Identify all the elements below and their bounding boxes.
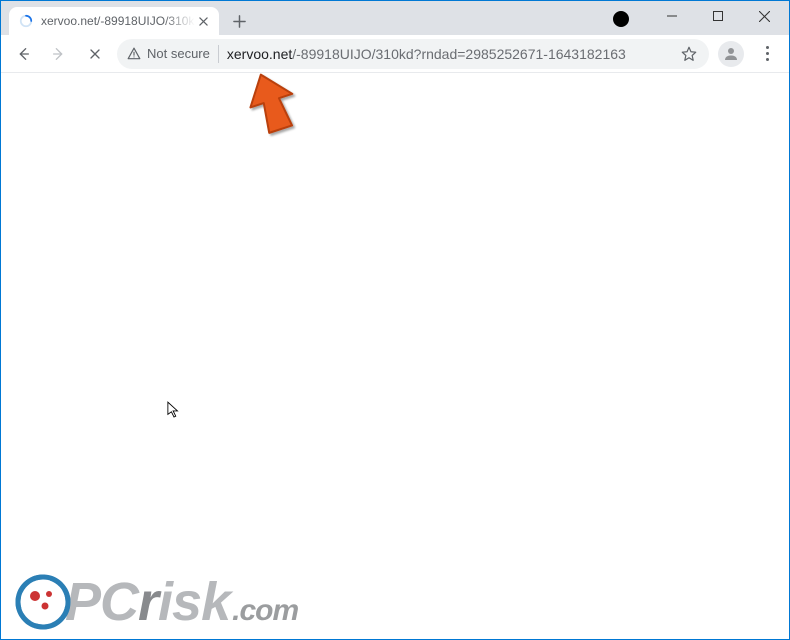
bookmark-star-button[interactable] xyxy=(679,44,699,64)
close-window-button[interactable] xyxy=(741,1,787,31)
new-tab-button[interactable] xyxy=(225,7,253,35)
stop-reload-button[interactable] xyxy=(81,40,109,68)
profile-button[interactable] xyxy=(717,40,745,68)
url-text: xervoo.net/-89918UIJO/310kd?rndad=298525… xyxy=(227,46,671,62)
back-button[interactable] xyxy=(9,40,37,68)
address-bar[interactable]: Not secure xervoo.net/-89918UIJO/310kd?r… xyxy=(117,39,709,69)
minimize-button[interactable] xyxy=(649,1,695,31)
window-controls xyxy=(649,1,787,31)
security-indicator[interactable]: Not secure xyxy=(127,45,219,63)
maximize-button[interactable] xyxy=(695,1,741,31)
browser-tab[interactable]: xervoo.net/-89918UIJO/310kd?rn xyxy=(9,7,219,35)
kebab-menu-icon xyxy=(766,46,769,61)
security-label: Not secure xyxy=(147,46,210,61)
window-titlebar: xervoo.net/-89918UIJO/310kd?rn xyxy=(1,1,789,35)
avatar-icon xyxy=(718,41,744,67)
tab-close-button[interactable] xyxy=(195,13,211,29)
browser-toolbar: Not secure xervoo.net/-89918UIJO/310kd?r… xyxy=(1,35,789,73)
tabs-strip: xervoo.net/-89918UIJO/310kd?rn xyxy=(1,1,649,35)
url-path: /-89918UIJO/310kd?rndad=2985252671-16431… xyxy=(292,46,626,62)
menu-button[interactable] xyxy=(753,40,781,68)
url-domain: xervoo.net xyxy=(227,46,292,62)
page-viewport xyxy=(2,74,788,638)
forward-button[interactable] xyxy=(45,40,73,68)
loading-spinner-icon xyxy=(19,14,33,28)
tab-title: xervoo.net/-89918UIJO/310kd?rn xyxy=(41,14,195,28)
extension-icon[interactable] xyxy=(613,11,629,27)
